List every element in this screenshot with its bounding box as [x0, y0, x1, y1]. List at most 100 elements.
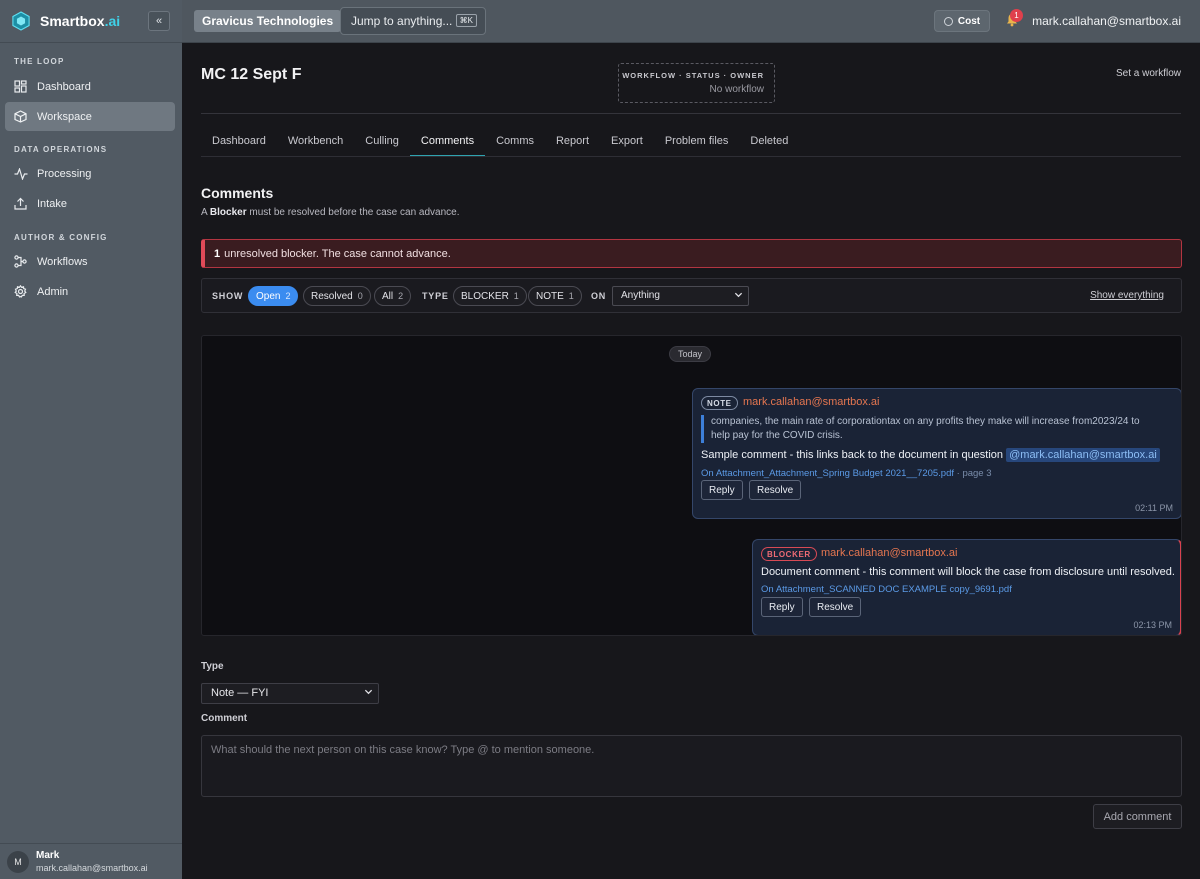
tabs-divider	[201, 156, 1181, 157]
comment-card-blocker: BLOCKER mark.callahan@smartbox.ai Docume…	[752, 539, 1181, 635]
brand-name: Smartbox.ai	[40, 13, 121, 29]
sidebar: Smartbox.ai « THE LOOP Dashboard Workspa…	[0, 0, 182, 879]
filter-note[interactable]: NOTE 1	[528, 286, 582, 306]
nav-section-data-operations: DATA OPERATIONS	[14, 145, 108, 154]
tab-deleted[interactable]: Deleted	[739, 127, 799, 157]
notification-badge: 1	[1010, 9, 1023, 22]
reply-button[interactable]: Reply	[701, 480, 743, 500]
quoted-text: companies, the main rate of corporationt…	[701, 415, 1151, 443]
org-switcher-button[interactable]: Gravicus Technologies	[194, 10, 342, 32]
sidebar-item-label: Workspace	[37, 110, 92, 123]
hexagon-logo-icon	[12, 11, 30, 31]
comment-type-badge: NOTE	[701, 396, 738, 410]
day-separator: Today	[669, 346, 712, 362]
sidebar-item-label: Processing	[37, 167, 92, 180]
comment-author: mark.callahan@smartbox.ai	[821, 547, 958, 559]
sidebar-item-processing[interactable]: Processing	[5, 159, 175, 188]
show-label: SHOW	[212, 291, 244, 301]
tab-workbench[interactable]: Workbench	[277, 127, 354, 157]
shortcut-hint: ⌘K	[455, 14, 477, 27]
set-workflow-link[interactable]: Set a workflow	[1116, 68, 1181, 79]
comment-text: Document comment - this comment will blo…	[761, 566, 1175, 578]
sidebar-item-dashboard[interactable]: Dashboard	[5, 72, 175, 101]
comment-text: Sample comment - this links back to the …	[701, 448, 1160, 462]
main-content: MC 12 Sept F WORKFLOW · STATUS · OWNER N…	[182, 43, 1200, 879]
on-label: ON	[591, 291, 607, 301]
chevron-down-icon	[364, 689, 373, 695]
nav-section-the-loop: THE LOOP	[14, 57, 65, 66]
comment-type-select[interactable]: Note — FYI	[201, 683, 379, 704]
command-search-button[interactable]: Jump to anything... ⌘K	[340, 7, 486, 35]
tab-comments[interactable]: Comments	[409, 127, 486, 157]
topbar: Gravicus Technologies Jump to anything..…	[182, 0, 1200, 43]
sidebar-item-label: Intake	[37, 197, 67, 210]
page-title: MC 12 Sept F	[201, 66, 302, 83]
comment-input[interactable]	[201, 735, 1182, 797]
avatar: M	[7, 850, 29, 873]
cube-icon	[13, 109, 28, 124]
collapse-sidebar-button[interactable]: «	[148, 11, 170, 31]
coin-icon	[943, 16, 953, 26]
grid-icon	[13, 79, 28, 94]
sidebar-item-admin[interactable]: Admin	[5, 277, 175, 306]
comment-thread: Today NOTE mark.callahan@smartbox.ai com…	[201, 335, 1182, 636]
tab-dashboard[interactable]: Dashboard	[201, 127, 277, 157]
workflow-icon	[13, 254, 28, 269]
blocker-alert: 1 unresolved blocker. The case cannot ad…	[201, 239, 1182, 268]
document-link[interactable]: On Attachment_Attachment_Spring Budget 2…	[701, 468, 992, 479]
user-email: mark.callahan@smartbox.ai	[36, 863, 148, 873]
comment-type-badge: BLOCKER	[761, 547, 817, 561]
show-everything-link[interactable]: Show everything	[1090, 290, 1164, 301]
tab-report[interactable]: Report	[545, 127, 600, 157]
workflow-status-box[interactable]: WORKFLOW · STATUS · OWNER No workflow	[618, 63, 775, 103]
case-tabs: Dashboard Workbench Culling Comments Com…	[201, 127, 799, 157]
comment-time: 02:11 PM	[1135, 503, 1173, 513]
section-subtitle: A Blocker must be resolved before the ca…	[201, 207, 460, 218]
tab-problem-files[interactable]: Problem files	[654, 127, 740, 157]
divider	[201, 113, 1181, 114]
activity-icon	[13, 166, 28, 181]
user-mention[interactable]: @mark.callahan@smartbox.ai	[1006, 448, 1160, 462]
filter-bar: SHOW Open 2 Resolved 0 All 2 TYPE BLOCKER 1 …	[201, 278, 1182, 313]
tab-export[interactable]: Export	[600, 127, 654, 157]
gear-icon	[13, 284, 28, 299]
sidebar-item-label: Workflows	[37, 255, 88, 268]
document-link[interactable]: On Attachment_SCANNED DOC EXAMPLE copy_9…	[761, 584, 1012, 595]
command-search-label: Jump to anything...	[351, 14, 453, 28]
alert-count: 1	[214, 247, 221, 260]
user-profile[interactable]: M Mark mark.callahan@smartbox.ai	[0, 843, 182, 879]
user-name: Mark	[36, 850, 60, 861]
section-title: Comments	[201, 185, 274, 201]
sidebar-item-workspace[interactable]: Workspace	[5, 102, 175, 131]
user-menu[interactable]: mark.callahan@smartbox.ai	[1032, 14, 1181, 28]
workflow-value: No workflow	[709, 84, 764, 95]
comment-card-note: NOTE mark.callahan@smartbox.ai companies…	[692, 388, 1181, 519]
filter-resolved[interactable]: Resolved 0	[303, 286, 371, 306]
tab-culling[interactable]: Culling	[354, 127, 410, 157]
filter-blocker[interactable]: BLOCKER 1	[453, 286, 527, 306]
comment-author: mark.callahan@smartbox.ai	[743, 396, 880, 408]
workflow-label: WORKFLOW · STATUS · OWNER	[622, 71, 764, 80]
reply-button[interactable]: Reply	[761, 597, 803, 617]
sidebar-item-workflows[interactable]: Workflows	[5, 247, 175, 276]
resolve-button[interactable]: Resolve	[809, 597, 862, 617]
add-comment-button[interactable]: Add comment	[1093, 804, 1182, 829]
sidebar-item-intake[interactable]: Intake	[5, 189, 175, 218]
sidebar-item-label: Admin	[37, 285, 69, 298]
comment-time: 02:13 PM	[1133, 620, 1172, 630]
type-field-label: Type	[201, 661, 224, 672]
filter-open[interactable]: Open 2	[248, 286, 299, 306]
type-label: TYPE	[422, 291, 449, 301]
tab-comms[interactable]: Comms	[485, 127, 545, 157]
chevron-down-icon	[734, 292, 743, 298]
sidebar-item-label: Dashboard	[37, 80, 91, 93]
alert-text: unresolved blocker. The case cannot adva…	[224, 247, 451, 260]
filter-all[interactable]: All 2	[374, 286, 412, 306]
comment-field-label: Comment	[201, 713, 248, 724]
nav-section-author-config: AUTHOR & CONFIG	[14, 233, 108, 242]
cost-label: Cost	[957, 15, 981, 27]
resolve-button[interactable]: Resolve	[749, 480, 802, 500]
on-target-select[interactable]: Anything	[612, 286, 749, 306]
upload-icon	[13, 196, 28, 211]
cost-button[interactable]: Cost	[934, 10, 990, 32]
